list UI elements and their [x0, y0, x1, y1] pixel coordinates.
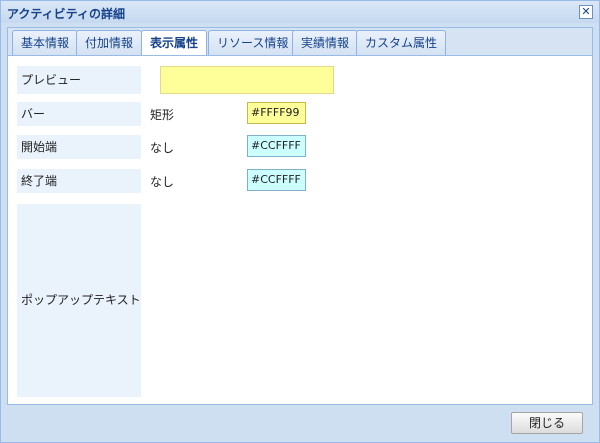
- start-shape-value[interactable]: なし: [150, 139, 174, 156]
- tab-actual-info[interactable]: 実績情報: [292, 30, 359, 56]
- finish-color-field[interactable]: #CCFFFF: [247, 169, 306, 191]
- activity-detail-dialog: アクティビティの詳細 ✕ 基本情報 付加情報 表示属性 リソース情報 実績情報 …: [0, 0, 600, 443]
- tab-basic-info[interactable]: 基本情報: [12, 30, 79, 56]
- preview-label: プレビュー: [17, 66, 141, 94]
- tab-custom-attributes[interactable]: カスタム属性: [356, 30, 447, 56]
- finish-shape-value[interactable]: なし: [150, 173, 174, 190]
- finish-end-label: 終了端: [17, 169, 141, 193]
- tab-resource-info[interactable]: リソース情報: [208, 30, 298, 56]
- preview-swatch: [160, 66, 334, 94]
- start-color-field[interactable]: #CCFFFF: [247, 135, 306, 157]
- display-attributes-panel: プレビュー バー 矩形 #FFFF99 開始端 なし #CCFFFF 終了端 な…: [7, 55, 593, 405]
- close-icon[interactable]: ✕: [579, 5, 593, 19]
- title-bar: アクティビティの詳細 ✕: [1, 1, 599, 23]
- popup-text-area[interactable]: [148, 204, 588, 397]
- dialog-title: アクティビティの詳細: [7, 7, 125, 21]
- close-button[interactable]: 閉じる: [511, 412, 583, 434]
- start-end-label: 開始端: [17, 135, 141, 159]
- bar-shape-value[interactable]: 矩形: [150, 106, 174, 123]
- bar-label: バー: [17, 102, 141, 126]
- tab-display-attributes[interactable]: 表示属性: [141, 30, 208, 57]
- tab-additional-info[interactable]: 付加情報: [76, 30, 143, 56]
- tab-bar: 基本情報 付加情報 表示属性 リソース情報 実績情報 カスタム属性: [7, 27, 593, 57]
- bar-color-field[interactable]: #FFFF99: [247, 102, 306, 124]
- popup-text-label: ポップアップテキスト: [17, 204, 141, 397]
